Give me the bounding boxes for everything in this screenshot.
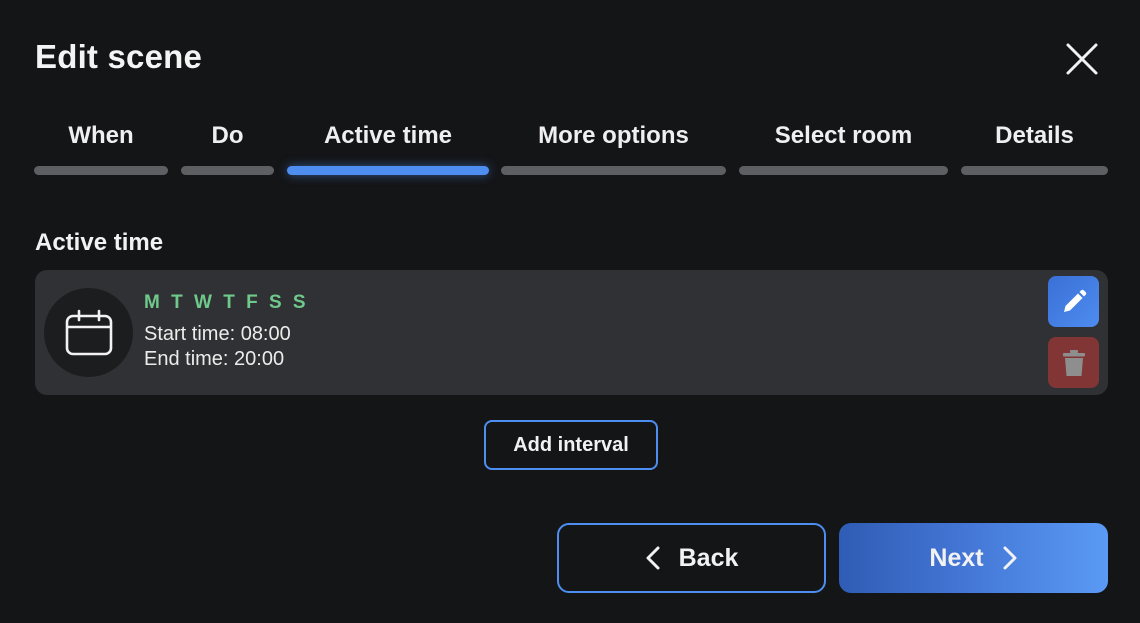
tab-label: Select room xyxy=(774,122,913,149)
tab-label: When xyxy=(68,122,134,149)
next-button[interactable]: Next xyxy=(839,523,1108,593)
pencil-icon xyxy=(1063,289,1086,312)
chevron-left-icon xyxy=(646,546,660,570)
add-interval-button[interactable]: Add interval xyxy=(484,420,658,470)
dialog-title: Edit scene xyxy=(35,38,203,75)
interval-card: M T W T F S S Start time: 08:00 End time… xyxy=(35,270,1108,395)
edit-scene-dialog: Edit scene When Do Active time More opti… xyxy=(0,0,1140,623)
chevron-right-icon xyxy=(1003,546,1017,570)
calendar-icon xyxy=(65,309,112,355)
tab-progress-bar xyxy=(739,166,948,175)
calendar-badge xyxy=(44,288,133,377)
tab-when[interactable]: When xyxy=(34,120,168,180)
tab-progress-bar xyxy=(287,166,489,175)
tab-details[interactable]: Details xyxy=(961,120,1108,180)
interval-days: M T W T F S S xyxy=(144,292,309,313)
back-label: Back xyxy=(678,543,739,572)
tab-progress-bar xyxy=(34,166,168,175)
tab-label: Active time xyxy=(323,122,453,149)
tab-more-options[interactable]: More options xyxy=(501,120,726,180)
tab-select-room[interactable]: Select room xyxy=(739,120,948,180)
trash-icon xyxy=(1062,349,1085,376)
tab-label: Details xyxy=(995,122,1074,149)
section-title: Active time xyxy=(35,229,164,256)
back-button[interactable]: Back xyxy=(557,523,826,593)
next-label: Next xyxy=(929,543,984,572)
stepper-tabs: When Do Active time More options Select … xyxy=(34,120,1108,180)
tab-do[interactable]: Do xyxy=(181,120,274,180)
interval-start-time: Start time: 08:00 xyxy=(144,323,291,345)
close-icon xyxy=(1066,43,1098,75)
tab-progress-bar xyxy=(181,166,274,175)
tab-label: Do xyxy=(211,122,244,149)
delete-interval-button[interactable] xyxy=(1048,337,1099,388)
close-button[interactable] xyxy=(1060,37,1104,81)
tab-progress-bar xyxy=(501,166,726,175)
interval-end-time: End time: 20:00 xyxy=(144,348,285,370)
edit-interval-button[interactable] xyxy=(1048,276,1099,327)
tab-label: More options xyxy=(538,122,689,149)
tab-active-time[interactable]: Active time xyxy=(287,120,489,180)
tab-progress-bar xyxy=(961,166,1108,175)
